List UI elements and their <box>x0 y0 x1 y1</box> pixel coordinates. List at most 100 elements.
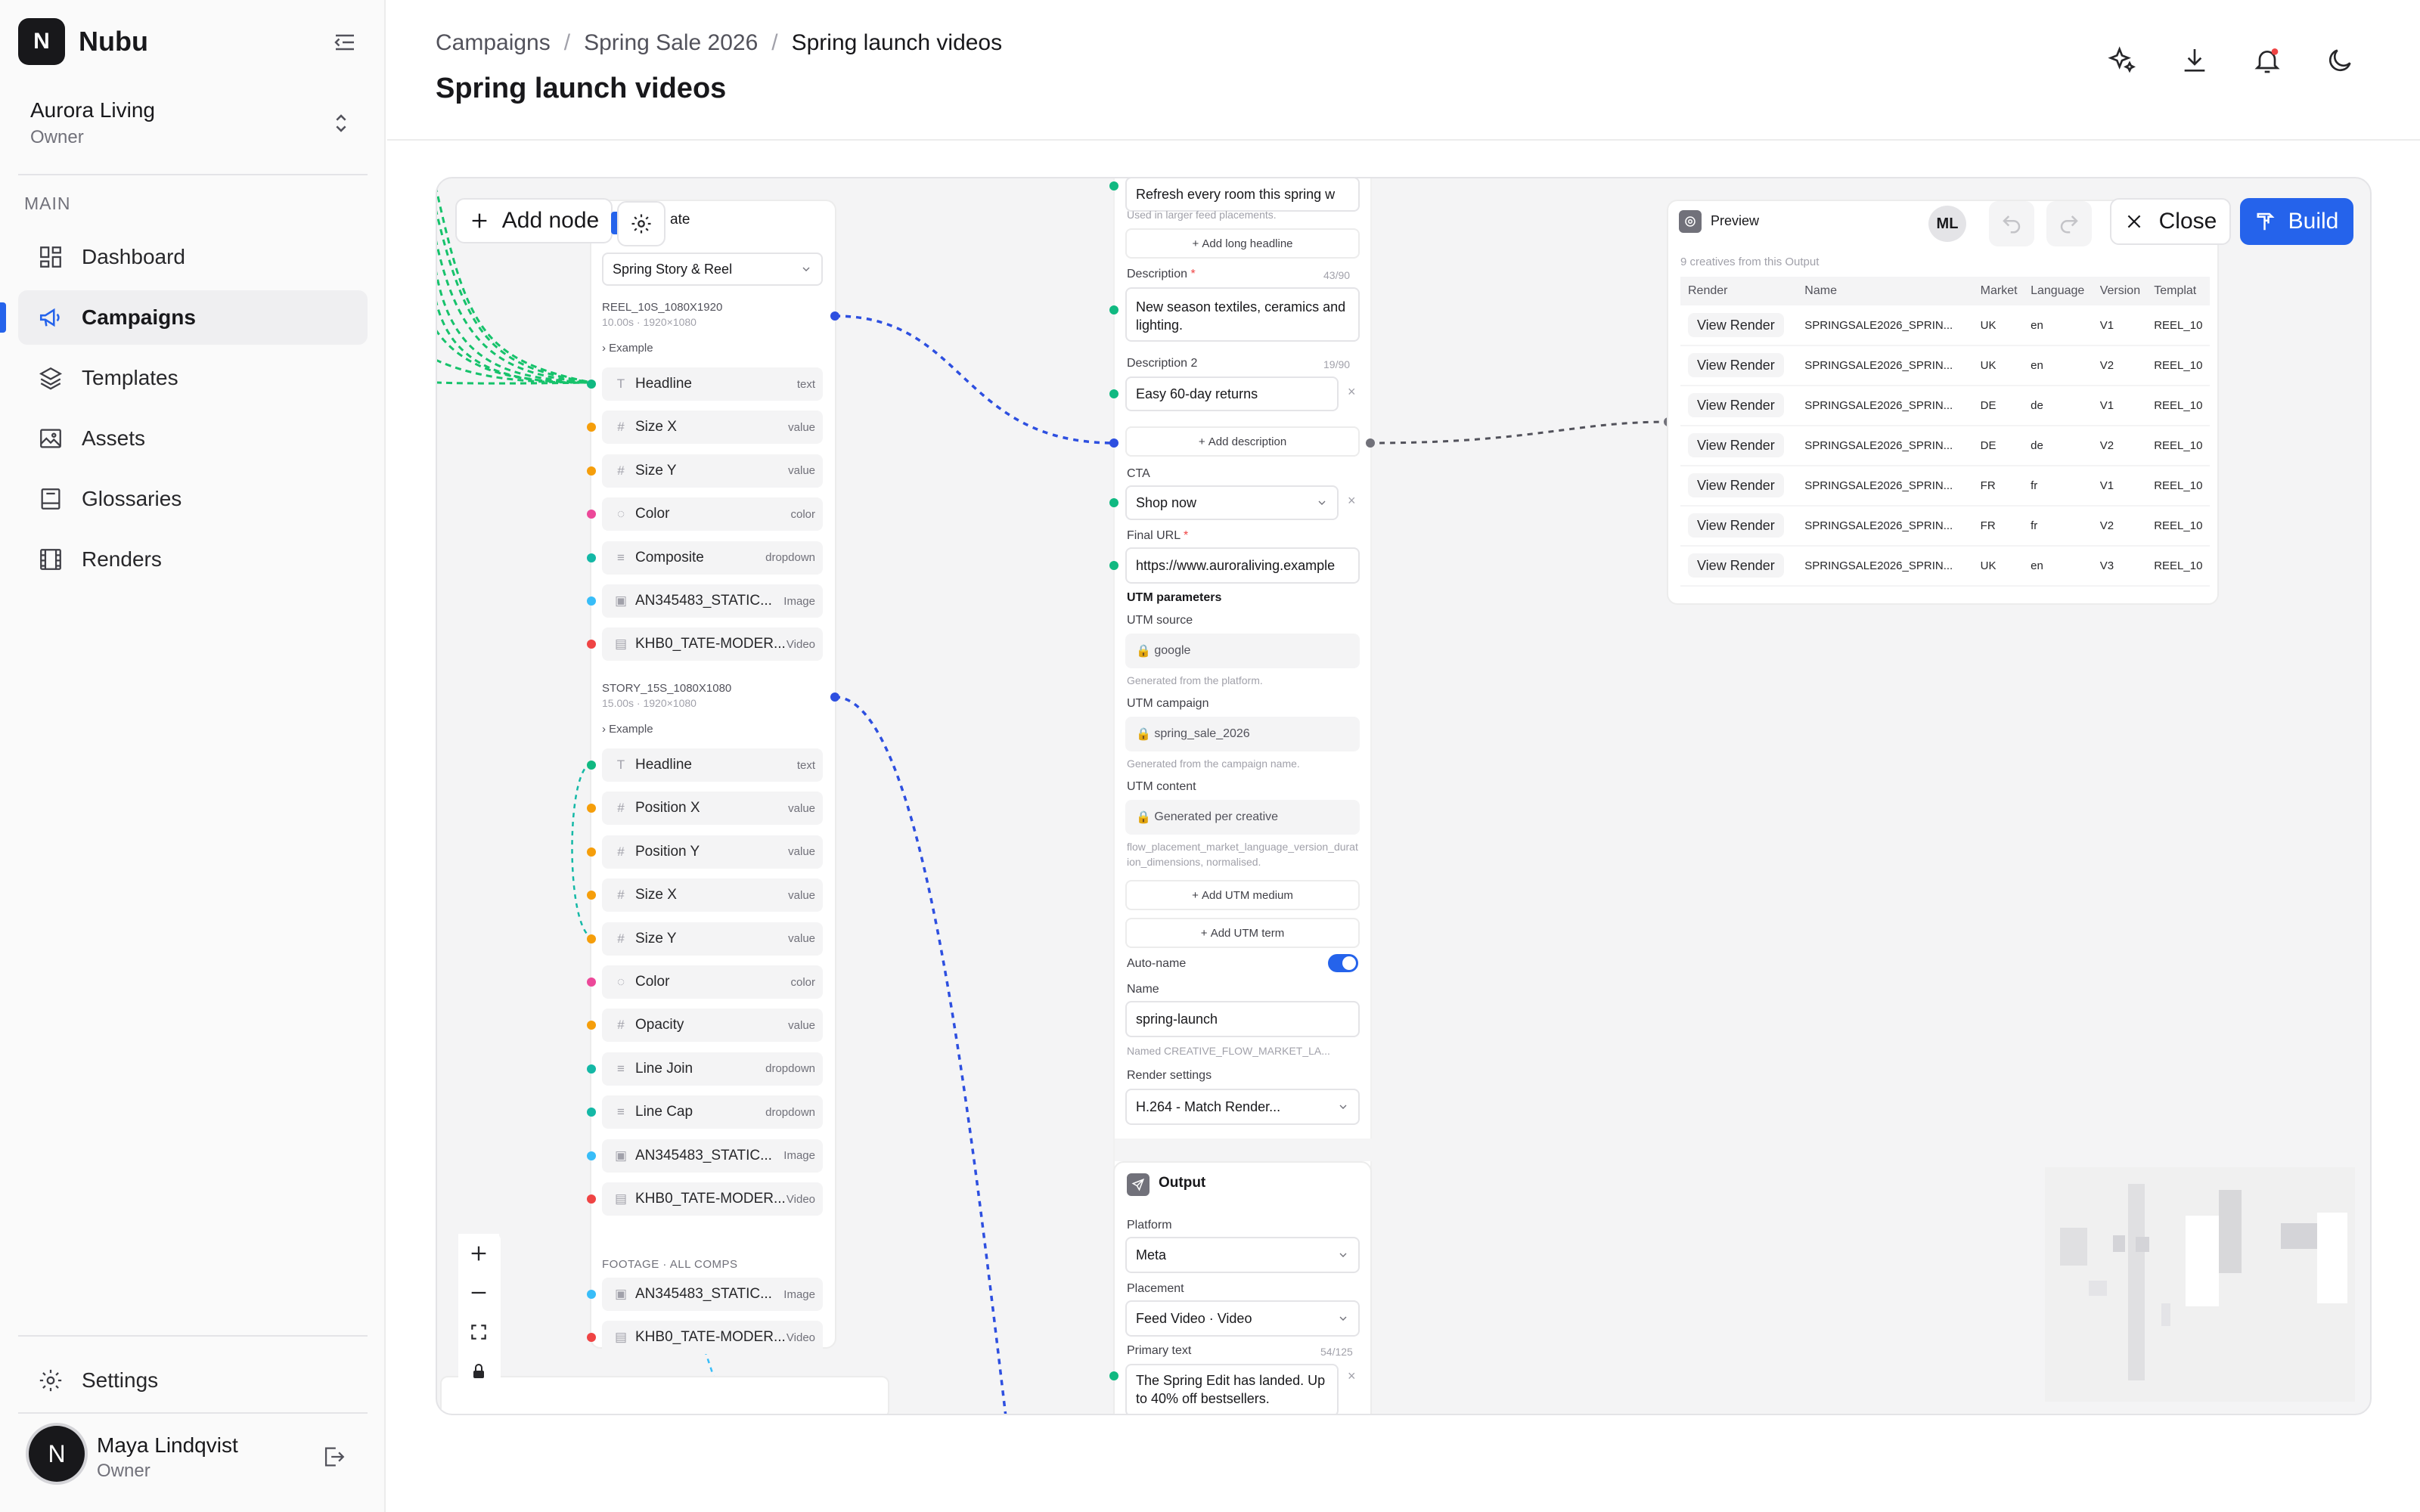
add-description-button[interactable]: + Add description <box>1125 426 1360 457</box>
long-headline-input[interactable]: Refresh every room this spring w <box>1125 178 1360 212</box>
handle-dot[interactable] <box>1109 305 1118 314</box>
app-logo[interactable]: N <box>18 18 65 65</box>
add-long-headline-button[interactable]: + Add long headline <box>1125 228 1360 259</box>
field-handle-dot[interactable] <box>587 1290 596 1299</box>
view-render-button[interactable]: View Render <box>1688 473 1784 497</box>
field-handle-dot[interactable] <box>587 423 596 432</box>
example-toggle[interactable]: › Example <box>602 342 653 355</box>
breadcrumb-campaigns[interactable]: Campaigns <box>436 30 551 56</box>
handle-dot[interactable] <box>1366 438 1375 448</box>
sidebar-collapse-icon[interactable] <box>331 29 358 56</box>
sidebar-item-dashboard[interactable]: Dashboard <box>18 230 368 284</box>
field-handle-dot[interactable] <box>587 380 596 389</box>
remove-icon[interactable]: × <box>1348 493 1356 509</box>
sidebar-item-renders[interactable]: Renders <box>18 532 368 587</box>
fit-view-button[interactable] <box>458 1312 499 1352</box>
breadcrumb-spring-sale[interactable]: Spring Sale 2026 <box>584 30 758 56</box>
template-field-row[interactable]: ▣ AN345483_STATIC... Image <box>602 584 823 618</box>
template-field-row[interactable]: ◌ Color color <box>602 497 823 531</box>
sidebar-item-campaigns[interactable]: Campaigns <box>18 290 368 345</box>
template-field-row[interactable]: # Position Y value <box>602 835 823 869</box>
template-field-row[interactable]: ▤ KHB0_TATE-MODER... Video <box>602 1182 823 1216</box>
avatar[interactable]: ML <box>1928 206 1966 242</box>
preview-node[interactable]: Preview ML 9 creatives from this Output … <box>1667 200 2219 605</box>
bell-icon[interactable] <box>2252 45 2282 76</box>
remove-icon[interactable]: × <box>1348 1368 1356 1384</box>
field-handle-dot[interactable] <box>587 934 596 943</box>
sidebar-item-templates[interactable]: Templates <box>18 351 368 405</box>
logout-icon[interactable] <box>321 1444 346 1470</box>
placement-select[interactable]: Feed Video · Video <box>1125 1300 1360 1337</box>
avatar[interactable]: N <box>29 1426 85 1482</box>
handle-dot[interactable] <box>1109 1371 1118 1380</box>
handle-dot[interactable] <box>1109 498 1118 507</box>
template-field-row[interactable]: # Position X value <box>602 792 823 826</box>
view-render-button[interactable]: View Render <box>1688 393 1784 417</box>
view-render-button[interactable]: View Render <box>1688 513 1784 538</box>
handle-dot[interactable] <box>1109 181 1118 191</box>
zoom-in-button[interactable] <box>458 1234 499 1273</box>
template-field-row[interactable]: ▣ AN345483_STATIC... Image <box>602 1139 823 1173</box>
final-url-input[interactable]: https://www.auroraliving.example <box>1125 547 1360 584</box>
template-field-row[interactable]: # Size X value <box>602 411 823 445</box>
minimap[interactable] <box>2045 1167 2355 1402</box>
cta-select[interactable]: Shop now <box>1125 485 1339 520</box>
platform-select[interactable]: Meta <box>1125 1237 1360 1273</box>
close-button[interactable]: Close <box>2110 198 2231 245</box>
name-input[interactable]: spring-launch <box>1125 1001 1360 1037</box>
undo-button[interactable] <box>1989 201 2034 246</box>
sidebar-item-glossaries[interactable]: Glossaries <box>18 472 368 526</box>
template-field-row[interactable]: ▤ KHB0_TATE-MODER... Video <box>602 1321 823 1355</box>
add-utm-term-button[interactable]: + Add UTM term <box>1125 918 1360 948</box>
view-render-button[interactable]: View Render <box>1688 433 1784 457</box>
template-field-row[interactable]: ≡ Composite dropdown <box>602 541 823 575</box>
render-settings-select[interactable]: H.264 - Match Render... <box>1125 1089 1360 1125</box>
lock-button[interactable] <box>458 1352 499 1391</box>
field-handle-dot[interactable] <box>587 1064 596 1074</box>
template-field-row[interactable]: # Opacity value <box>602 1009 823 1043</box>
description2-input[interactable]: Easy 60-day returns <box>1125 376 1339 411</box>
description-input[interactable]: New season textiles, ceramics and lighti… <box>1125 287 1360 342</box>
handle-dot[interactable] <box>1109 561 1118 570</box>
template-node[interactable]: ate Spring Story & Reel REEL_10S_1080X19… <box>587 200 836 1355</box>
remove-icon[interactable]: × <box>1348 384 1356 400</box>
field-handle-dot[interactable] <box>587 804 596 813</box>
view-render-button[interactable]: View Render <box>1688 553 1784 578</box>
view-render-button[interactable]: View Render <box>1688 312 1784 337</box>
example-toggle[interactable]: › Example <box>602 723 653 736</box>
template-field-row[interactable]: T Headline text <box>602 367 823 401</box>
handle-dot[interactable] <box>1109 389 1118 398</box>
field-handle-dot[interactable] <box>587 847 596 857</box>
auto-name-toggle[interactable] <box>1328 954 1358 972</box>
field-handle-dot[interactable] <box>587 466 596 476</box>
template-field-row[interactable]: # Size Y value <box>602 922 823 956</box>
output-node[interactable]: Output Platform Meta Placement Feed Vide… <box>1113 1161 1372 1414</box>
download-icon[interactable] <box>2180 45 2210 76</box>
template-field-row[interactable]: ≡ Line Join dropdown <box>602 1052 823 1086</box>
workspace-name[interactable]: Aurora Living <box>30 98 155 122</box>
add-utm-medium-button[interactable]: + Add UTM medium <box>1125 880 1360 910</box>
add-node-button[interactable]: Add node <box>455 198 613 243</box>
template-field-row[interactable]: ≡ Line Cap dropdown <box>602 1095 823 1129</box>
field-handle-dot[interactable] <box>587 1194 596 1204</box>
collapsed-node[interactable] <box>440 1376 889 1414</box>
field-handle-dot[interactable] <box>587 978 596 987</box>
field-handle-dot[interactable] <box>587 1108 596 1117</box>
template-field-row[interactable]: # Size X value <box>602 878 823 912</box>
handle-dot[interactable] <box>830 692 839 702</box>
field-handle-dot[interactable] <box>587 553 596 562</box>
redo-button[interactable] <box>2046 201 2092 246</box>
template-field-row[interactable]: ◌ Color color <box>602 965 823 999</box>
field-handle-dot[interactable] <box>587 596 596 606</box>
chevron-up-down-icon[interactable] <box>328 110 354 136</box>
field-handle-dot[interactable] <box>587 1151 596 1160</box>
template-select[interactable]: Spring Story & Reel <box>602 253 823 286</box>
template-field-row[interactable]: T Headline text <box>602 748 823 782</box>
field-handle-dot[interactable] <box>587 891 596 900</box>
template-field-row[interactable]: # Size Y value <box>602 454 823 488</box>
node-settings-button[interactable] <box>617 201 666 246</box>
moon-icon[interactable] <box>2325 45 2355 76</box>
flow-canvas[interactable]: ate Spring Story & Reel REEL_10S_1080X19… <box>436 177 2372 1415</box>
field-handle-dot[interactable] <box>587 1333 596 1343</box>
view-render-button[interactable]: View Render <box>1688 353 1784 377</box>
